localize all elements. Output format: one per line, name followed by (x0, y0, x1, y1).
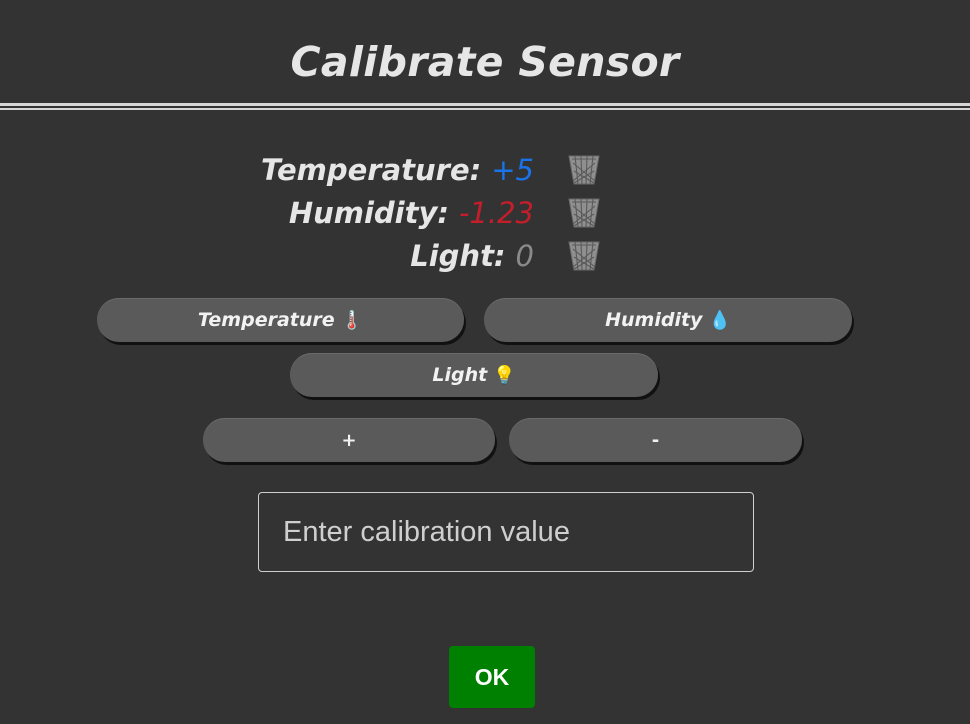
humidity-button[interactable]: Humidity 💧 (484, 298, 852, 342)
temperature-button-label: Temperature (197, 309, 335, 331)
decrement-button[interactable]: - (509, 418, 802, 462)
trash-can-icon[interactable] (566, 153, 602, 187)
light-reading: Light: 0 (200, 234, 620, 277)
ok-button[interactable]: OK (449, 646, 535, 708)
humidity-reading: Humidity: -1.23 (200, 191, 620, 234)
light-label: Light: (410, 238, 506, 273)
humidity-label: Humidity: (288, 195, 449, 230)
light-button[interactable]: Light 💡 (290, 353, 658, 397)
droplet-icon: 💧 (708, 309, 731, 331)
humidity-button-label: Humidity (605, 309, 703, 331)
light-bulb-icon: 💡 (493, 364, 516, 386)
light-value: 0 (515, 238, 534, 273)
header-divider (0, 103, 970, 110)
calibration-value-input[interactable] (258, 492, 754, 572)
temperature-reading: Temperature: +5 (200, 148, 620, 191)
light-button-label: Light (432, 364, 488, 386)
temperature-label: Temperature: (260, 152, 482, 187)
temperature-value: +5 (491, 152, 534, 187)
trash-can-icon[interactable] (566, 196, 602, 230)
trash-can-icon[interactable] (566, 239, 602, 273)
increment-button[interactable]: + (203, 418, 495, 462)
page-title: Calibrate Sensor (290, 38, 680, 86)
humidity-value: -1.23 (458, 195, 534, 230)
sensor-readings: Temperature: +5 Humidity: -1.23 Light: 0 (200, 148, 620, 277)
temperature-button[interactable]: Temperature 🌡️ (97, 298, 464, 342)
thermometer-icon: 🌡️ (340, 309, 364, 331)
